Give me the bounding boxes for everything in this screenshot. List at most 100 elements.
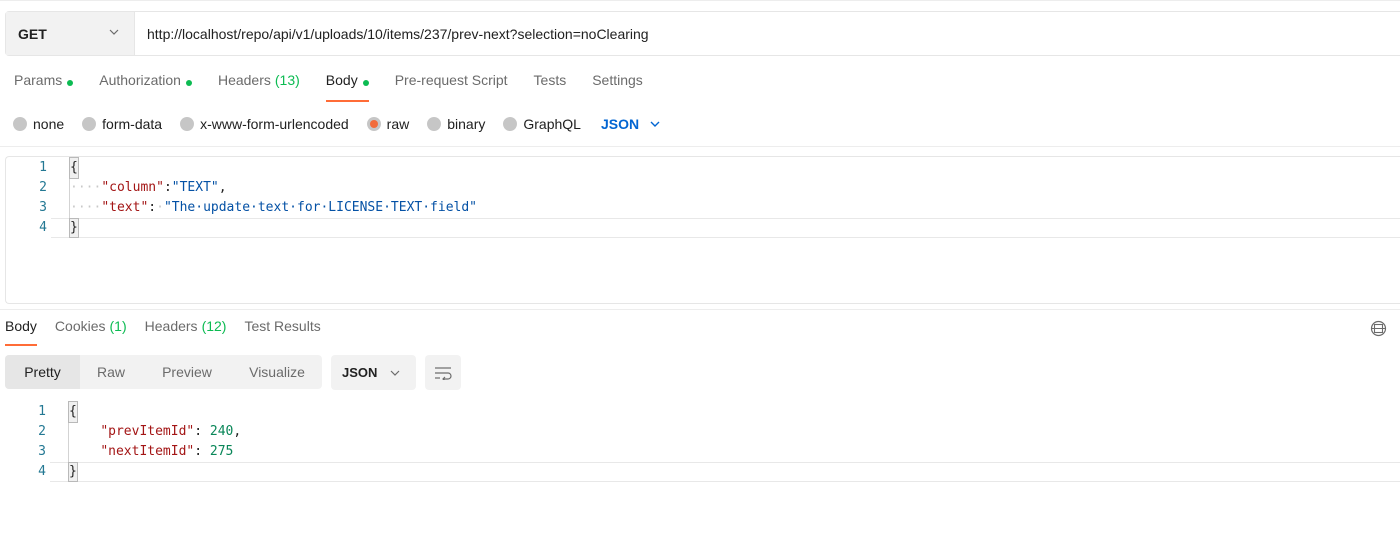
- top-divider: [0, 0, 1400, 1]
- tab-params[interactable]: Params: [14, 72, 74, 102]
- radio-binary[interactable]: binary: [427, 116, 485, 132]
- format-label: JSON: [342, 365, 378, 380]
- radio-circle: [503, 117, 518, 131]
- json-number: 275: [209, 444, 234, 459]
- json-colon: :: [163, 180, 172, 195]
- radio-none[interactable]: none: [13, 116, 64, 132]
- chevron-down-icon: [109, 29, 119, 35]
- url-input[interactable]: [135, 12, 1400, 55]
- whitespace-marker: ·: [156, 200, 164, 215]
- status-dot: [185, 80, 192, 86]
- editor-line-current: 4 }: [5, 462, 1400, 482]
- tab-label: Tests: [533, 72, 567, 88]
- tab-label: Body: [5, 318, 37, 334]
- tab-label: Pre-request Script: [394, 72, 508, 88]
- radio-label: x-www-form-urlencoded: [200, 116, 349, 132]
- request-tabs: Params Authorization Headers (13) Body Pr…: [14, 72, 669, 102]
- line-number: 1: [38, 404, 46, 419]
- tab-headers[interactable]: Headers (13): [218, 72, 300, 102]
- chevron-down-icon: [390, 370, 400, 376]
- radio-graphql[interactable]: GraphQL: [503, 116, 581, 132]
- language-select[interactable]: JSON: [601, 116, 661, 132]
- tab-label: Body: [325, 72, 358, 88]
- response-tab-body[interactable]: Body: [5, 318, 37, 346]
- view-raw-button[interactable]: Raw: [80, 355, 142, 389]
- tab-label: Authorization: [99, 72, 181, 88]
- radio-label: form-data: [102, 116, 163, 132]
- radio-circle: [13, 117, 27, 131]
- editor-line: 1 {: [5, 401, 1400, 423]
- status-dot: [362, 80, 369, 86]
- chevron-down-icon: [650, 121, 660, 127]
- headers-count: (12): [201, 318, 227, 334]
- editor-line: 2 ····"column":"TEXT",: [6, 178, 1400, 198]
- view-preview-button[interactable]: Preview: [142, 355, 232, 389]
- radio-raw[interactable]: raw: [366, 116, 410, 132]
- response-tabs: Body Cookies (1) Headers (12) Test Results: [5, 318, 339, 346]
- method-select[interactable]: GET: [6, 12, 135, 55]
- editor-line: 1 {: [6, 157, 1400, 179]
- brace-match: {: [68, 401, 78, 423]
- tab-label: Cookies: [54, 318, 106, 334]
- radio-label: binary: [447, 116, 486, 132]
- radio-label: GraphQL: [523, 116, 581, 132]
- view-visualize-button[interactable]: Visualize: [232, 355, 322, 389]
- line-number: 2: [38, 424, 46, 439]
- json-colon: :: [148, 200, 157, 215]
- request-url-bar: GET: [5, 11, 1400, 56]
- tab-label: Params: [14, 72, 63, 88]
- json-string: "TEXT": [171, 180, 219, 195]
- editor-line: 2 "prevItemId": 240,: [5, 422, 1400, 442]
- cookies-count: (1): [109, 318, 127, 334]
- tab-pre-request-script[interactable]: Pre-request Script: [395, 72, 508, 102]
- radio-circle: [427, 117, 442, 131]
- brace-match: {: [69, 157, 79, 179]
- json-comma: ,: [233, 424, 242, 439]
- wrap-lines-button[interactable]: [425, 355, 461, 390]
- tab-settings[interactable]: Settings: [592, 72, 643, 102]
- json-number: 240: [209, 424, 234, 439]
- request-body-editor[interactable]: 1 { 2 ····"column":"TEXT", 3 ····"text":…: [5, 156, 1400, 304]
- method-label: GET: [18, 25, 47, 42]
- line-number: 4: [39, 220, 47, 235]
- line-number: 3: [39, 200, 47, 215]
- radio-label: raw: [386, 116, 410, 132]
- response-tab-test-results[interactable]: Test Results: [244, 318, 320, 346]
- tab-tests[interactable]: Tests: [534, 72, 567, 102]
- tab-authorization[interactable]: Authorization: [99, 72, 192, 102]
- editor-line-current: 4 }: [6, 218, 1400, 238]
- globe-icon[interactable]: [1370, 320, 1387, 337]
- brace-match: }: [69, 218, 79, 238]
- view-pretty-button[interactable]: Pretty: [5, 355, 80, 389]
- language-label: JSON: [600, 116, 640, 132]
- radio-circle: [180, 117, 195, 131]
- json-key: "text": [101, 200, 149, 215]
- response-tab-headers[interactable]: Headers (12): [145, 318, 227, 346]
- radio-form-data[interactable]: form-data: [82, 116, 162, 132]
- response-format-select[interactable]: JSON: [331, 355, 416, 390]
- response-body-viewer[interactable]: 1 { 2 "prevItemId": 240, 3 "nextItemId":…: [5, 401, 1400, 492]
- line-number: 3: [38, 444, 46, 459]
- line-number: 1: [39, 160, 47, 175]
- response-view-toggle: Pretty Raw Preview Visualize: [5, 355, 322, 389]
- tab-body[interactable]: Body: [325, 72, 369, 102]
- editor-line: 3 ····"text":·"The·update·text·for·LICEN…: [6, 198, 1400, 218]
- tab-label: Test Results: [244, 318, 321, 334]
- editor-line: 3 "nextItemId": 275: [5, 442, 1400, 462]
- section-divider: [0, 309, 1400, 310]
- json-colon: :: [194, 424, 210, 439]
- radio-x-www-form-urlencoded[interactable]: x-www-form-urlencoded: [180, 116, 349, 132]
- json-key: "nextItemId": [100, 444, 195, 459]
- radio-label: none: [33, 116, 65, 132]
- json-key: "prevItemId": [100, 424, 195, 439]
- response-tab-cookies[interactable]: Cookies (1): [55, 318, 127, 346]
- tab-label: Settings: [592, 72, 643, 88]
- json-string: "The·update·text·for·LICENSE·TEXT·field": [163, 200, 478, 215]
- line-number: 4: [38, 464, 46, 479]
- json-key: "column": [101, 180, 164, 195]
- section-divider: [0, 146, 1400, 147]
- whitespace-marker: ····: [70, 200, 102, 215]
- line-number: 2: [39, 180, 47, 195]
- brace-match: }: [68, 462, 78, 482]
